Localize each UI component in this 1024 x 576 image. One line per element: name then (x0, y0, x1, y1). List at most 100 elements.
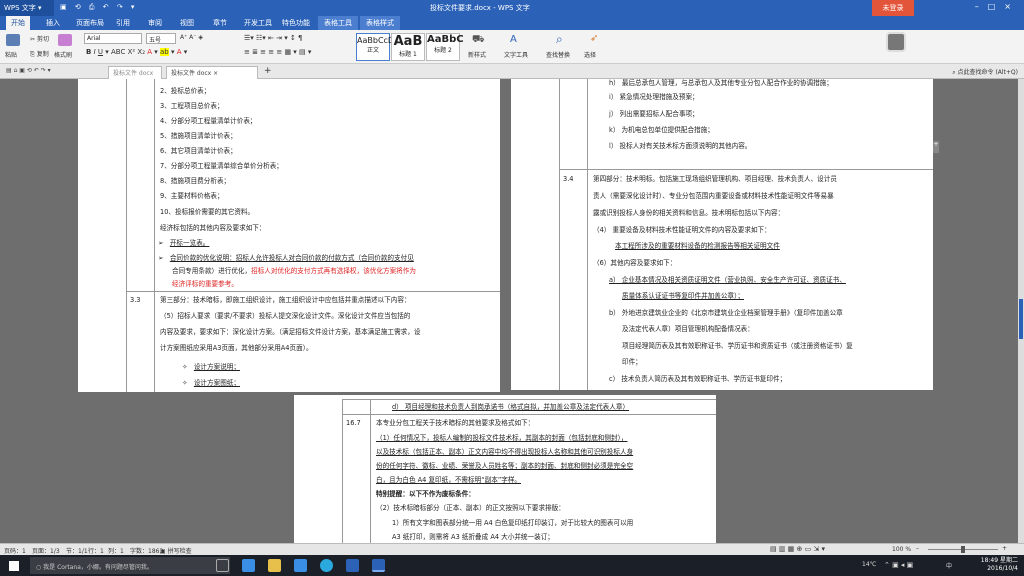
store-icon[interactable] (294, 559, 307, 572)
zoom-in-button[interactable]: + (1002, 545, 1007, 552)
task-view-icon[interactable] (216, 559, 229, 572)
app-menu-button[interactable]: WPS 文字 ▾ (0, 0, 54, 16)
app-name: WPS 文字 (4, 4, 36, 12)
paragraph-line: A3 纸打印，则需将 A3 纸折叠成 A4 大小并统一装订； (392, 533, 554, 541)
minimize-icon[interactable]: – (975, 2, 988, 11)
window-controls[interactable]: –□× (975, 2, 1020, 11)
alignment-buttons[interactable]: ≡ ≣ ≡ ≡ ≡ ▦ ▾ ▤ ▾ (244, 48, 311, 56)
zoom-slider-thumb[interactable] (961, 546, 965, 553)
paragraph-line: 1）所有文字和图表部分统一用 A4 白色复印纸打印装订，对于比较大的图表可以用 (392, 519, 634, 527)
page-2[interactable]: h） 最后总承包人管理，与总承包人及其他专业分包人配合作业的协调措施； i） 紧… (511, 79, 933, 390)
table-row-divider (126, 291, 500, 292)
file-explorer-icon[interactable] (268, 559, 281, 572)
document-tabs: ▤ ⌂ ▣ ⟲ ↶ ↷ ▾ 投标文件 docx 投标文件 docx × + ⌕ … (0, 64, 1024, 79)
app-icon[interactable] (346, 559, 359, 572)
paste-button[interactable]: 粘贴 (5, 50, 17, 59)
windows-start-icon[interactable] (9, 561, 19, 571)
underline-button: U (97, 48, 104, 56)
list-item: 6、其它项目清单计价表； (160, 147, 237, 155)
tab-developer[interactable]: 开发工具 (244, 18, 272, 28)
doc-tab-1[interactable]: 投标文件 docx (108, 66, 162, 79)
status-page: 页码：1 (4, 548, 26, 555)
copy-icon: ⎘ (30, 51, 35, 58)
style-heading-2[interactable]: AaBbC 标题 2 (426, 33, 464, 61)
quick-access-toolbar[interactable]: ▣ ⟲ ⎙ ↶ ↷ ▾ (60, 3, 137, 12)
title-bar: WPS 文字 ▾ ▣ ⟲ ⎙ ↶ ↷ ▾ 投标文件要求.docx - WPS 文… (0, 0, 1024, 16)
weather-temp: 14℃ (862, 561, 877, 568)
zoom-out-button[interactable]: – (916, 545, 919, 552)
login-button[interactable]: 未登录 (872, 0, 914, 16)
paragraph-line: 本专业分包工程关于技术暗标的其他要求及格式如下： (376, 419, 535, 427)
table-row-divider (342, 399, 716, 400)
style-heading-1[interactable]: AaB 标题 1 (391, 33, 425, 61)
spell-check-button[interactable]: ▣ 拼写检查 (160, 546, 192, 555)
tab-references[interactable]: 引用 (116, 18, 130, 28)
font-name-select[interactable]: Arial (84, 33, 142, 44)
scroll-thumb[interactable] (1019, 299, 1023, 339)
paragraph-line: 质量体系认证证书等复印件并加盖公章）； (622, 292, 744, 300)
cortana-search[interactable]: ○ 我是 Cortana，小娜。有问题尽管问我。 (30, 557, 230, 574)
list-item: j） 列出需要招标人配合事项； (609, 110, 699, 118)
find-replace-button[interactable]: 查找替换 (546, 50, 570, 59)
tab-view[interactable]: 视图 (180, 18, 194, 28)
tab-insert[interactable]: 插入 (46, 18, 60, 28)
taskbar-clock[interactable]: 18:49 星期二 2016/10/4 (981, 557, 1018, 573)
hand-icon[interactable] (886, 32, 906, 52)
format-painter-button[interactable]: 格式刷 (54, 50, 72, 59)
paragraph-line: 特别提醒：以下不作为废标条件： (376, 490, 475, 498)
font-size-select[interactable]: 五号 (146, 33, 176, 44)
browser-icon[interactable] (320, 559, 333, 572)
paragraph-line: 白，且为白色 A4 复印纸，不需标明“副本”字样。 (376, 476, 522, 484)
cut-button[interactable]: ✂ 剪切 (30, 34, 49, 43)
tab-table-tools[interactable]: 表格工具 (318, 16, 358, 30)
zoom-level[interactable]: 100 % (892, 546, 911, 553)
sub-item: ✧ 设计方案说明； (182, 363, 240, 371)
tab-home[interactable]: 开始 (6, 16, 30, 30)
vertical-scrollbar[interactable] (1018, 79, 1024, 543)
paragraph-line: 印件； (622, 358, 642, 366)
paragraph-line: （6）其他内容及要求如下： (593, 259, 677, 267)
paste-icon[interactable] (6, 34, 20, 46)
list-item: 4、分部分项工程量清单计价表； (160, 117, 257, 125)
tab-page-layout[interactable]: 页面布局 (76, 18, 104, 28)
table-border-left (559, 79, 560, 390)
input-language[interactable]: 中 (946, 561, 952, 570)
tab-features[interactable]: 特色功能 (282, 18, 310, 28)
text-tools-button[interactable]: 文字工具 (504, 50, 528, 59)
tab-table-style[interactable]: 表格样式 (360, 16, 400, 30)
list-item: 经济标包括的其他内容及要求如下： (160, 224, 266, 232)
close-icon[interactable]: × (1004, 2, 1020, 11)
tab-review[interactable]: 审阅 (148, 18, 162, 28)
format-painter-icon[interactable] (58, 34, 72, 46)
status-row: 行：1 (88, 548, 104, 555)
style-normal[interactable]: AaBbCcD 正文 (356, 33, 394, 61)
tray-icons[interactable]: ⌃ ▣ ◂ ▣ (884, 561, 913, 569)
sub-item: ✧ 设计方案图纸； (182, 379, 240, 387)
section-number: 3.3 (130, 296, 141, 304)
new-tab-button[interactable]: + (264, 66, 272, 76)
paragraph-line: （1）任何情况下，投标人编制的投标文件技术标，其副本的封面（包括封底和侧封）， (376, 434, 628, 442)
edge-icon[interactable] (242, 559, 255, 572)
restore-icon[interactable]: □ (988, 2, 1005, 11)
tab-chapter[interactable]: 章节 (213, 18, 227, 28)
list-buttons[interactable]: ☰▾ ☷▾ ⇤ ⇥ ▾ ↕ ¶ (244, 34, 303, 42)
table-border-mid (370, 399, 371, 543)
select-button[interactable]: 选择 (584, 50, 596, 59)
list-item: 9、主要材料价格表； (160, 192, 224, 200)
font-format-buttons[interactable]: B I U ▾ ABC X² X₂ A ▾ ab ▾ A ▾ (86, 48, 187, 56)
grow-shrink-font[interactable]: A⁺ A⁻ ◈ (180, 34, 203, 41)
command-search[interactable]: ⌕ 点此查找命令 (Alt+Q) (952, 67, 1018, 77)
document-title: 投标文件要求.docx - WPS 文字 (430, 4, 530, 12)
wps-writer-icon[interactable] (372, 559, 385, 572)
close-tab-icon[interactable]: × (213, 70, 218, 77)
list-item: i） 紧急情况处理措施及预案； (609, 93, 699, 101)
doc-tab-2[interactable]: 投标文件 docx × (166, 66, 258, 79)
new-style-button[interactable]: 新样式 (468, 50, 486, 59)
page-1[interactable]: 2、投标总价表； 3、工程项目总价表； 4、分部分项工程量清单计价表； 5、措施… (78, 79, 500, 392)
page-3[interactable]: d） 项目经理和技术负责人到岗承诺书（格式自拟，并加盖公章及法定代表人章） 16… (294, 395, 716, 543)
page-expand-icon[interactable]: + (933, 141, 939, 153)
view-mode-buttons[interactable]: ▤ ▥ ▦ ⊕ ▭ ⇲ ▾ (770, 545, 825, 553)
copy-button[interactable]: ⎘ 复制 (30, 49, 49, 59)
paragraph-line: 项目经理简历表及其有效职称证书、学历证书和资质证书（或注册资格证书）复 (622, 342, 853, 350)
doc-tab-controls[interactable]: ▤ ⌂ ▣ ⟲ ↶ ↷ ▾ (6, 67, 51, 74)
